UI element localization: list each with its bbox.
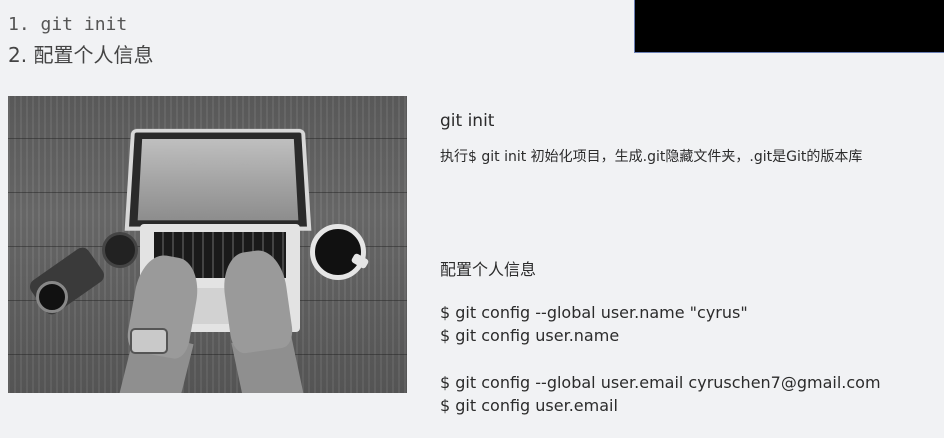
laptop-screen	[124, 128, 312, 231]
outline-item-config: 2. 配置个人信息	[8, 43, 154, 67]
video-overlay	[634, 0, 944, 53]
command-line: $ git config user.name	[440, 326, 620, 345]
command-line: $ git config user.email	[440, 396, 618, 415]
laptop-display	[137, 139, 299, 221]
command-line: $ git config --global user.name "cyrus"	[440, 303, 748, 322]
config-commands: $ git config --global user.name "cyrus" …	[440, 301, 881, 417]
coffee-mug	[310, 224, 366, 280]
command-line: $ git config --global user.email cyrusch…	[440, 373, 881, 392]
outline-list: 1. git init 2. 配置个人信息	[8, 10, 153, 70]
wood-plank-line	[8, 354, 407, 355]
git-init-description: 执行$ git init 初始化项目，生成.git隐藏文件夹，.git是Git的…	[440, 149, 863, 165]
camera-lens	[36, 281, 68, 313]
laptop-photo	[8, 96, 407, 393]
git-init-section: git init 执行$ git init 初始化项目，生成.git隐藏文件夹，…	[440, 108, 935, 169]
command-gap	[440, 347, 881, 371]
wristwatch	[130, 328, 168, 354]
git-init-heading: git init	[440, 111, 495, 131]
config-heading: 配置个人信息	[440, 260, 537, 279]
camera-lens-cap	[102, 232, 138, 268]
outline-item-git-init: 1. git init	[8, 14, 128, 35]
